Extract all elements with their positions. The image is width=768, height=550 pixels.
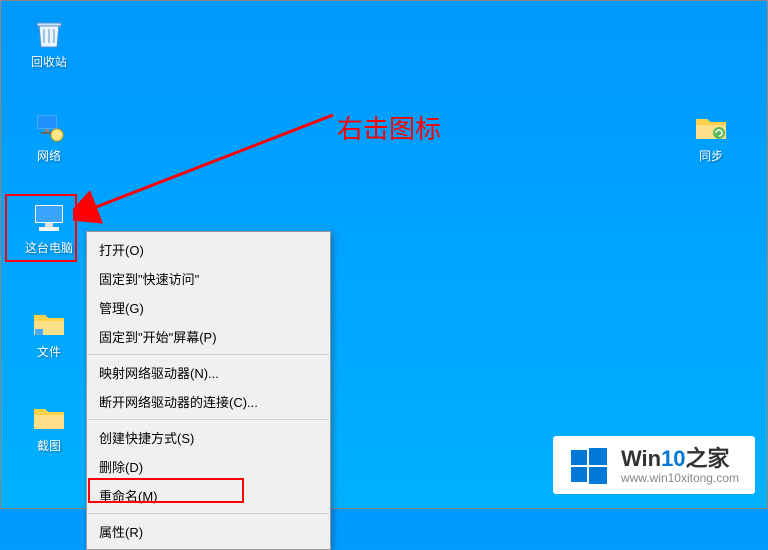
folder-icon-screenshot xyxy=(31,399,67,435)
desktop-icon-this-pc[interactable]: 这台电脑 xyxy=(17,201,81,256)
annotation-arrow xyxy=(73,85,343,235)
watermark-url: www.win10xitong.com xyxy=(621,472,739,485)
watermark-title: Win10之家 xyxy=(621,447,739,471)
folder-icon-sync xyxy=(693,109,729,145)
watermark: Win10之家 www.win10xitong.com xyxy=(553,436,755,494)
this-pc-label: 这台电脑 xyxy=(25,239,73,256)
windows-logo-icon xyxy=(569,446,609,486)
screenshot-label: 截图 xyxy=(37,437,61,454)
computer-icon xyxy=(31,201,67,237)
watermark-brand-suffix: 之家 xyxy=(686,446,730,471)
desktop-icon-screenshot[interactable]: 截图 xyxy=(17,399,81,454)
annotation-text: 右击图标 xyxy=(337,109,441,146)
network-icon xyxy=(31,109,67,145)
menu-delete[interactable]: 删除(D) xyxy=(87,452,330,481)
menu-separator xyxy=(88,419,329,420)
network-label: 网络 xyxy=(37,147,61,164)
menu-pin-start[interactable]: 固定到"开始"屏幕(P) xyxy=(87,322,330,351)
files-label: 文件 xyxy=(37,343,61,360)
menu-separator xyxy=(88,513,329,514)
watermark-brand-num: 10 xyxy=(661,446,685,471)
menu-map-drive[interactable]: 映射网络驱动器(N)... xyxy=(87,358,330,387)
menu-pin-quick[interactable]: 固定到"快速访问" xyxy=(87,264,330,293)
menu-properties[interactable]: 属性(R) xyxy=(87,517,330,546)
desktop-icon-files[interactable]: 文件 xyxy=(17,305,81,360)
desktop-icon-sync[interactable]: 同步 xyxy=(679,109,743,164)
menu-separator xyxy=(88,354,329,355)
menu-manage[interactable]: 管理(G) xyxy=(87,293,330,322)
desktop-icon-network[interactable]: 网络 xyxy=(17,109,81,164)
folder-icon-files xyxy=(31,305,67,341)
watermark-brand-prefix: Win xyxy=(621,446,661,471)
highlight-properties xyxy=(88,478,244,503)
menu-create-shortcut[interactable]: 创建快捷方式(S) xyxy=(87,423,330,452)
desktop-icon-recycle-bin[interactable]: 回收站 xyxy=(17,15,81,70)
recycle-bin-icon xyxy=(31,15,67,51)
recycle-bin-label: 回收站 xyxy=(31,53,67,70)
menu-disconnect-drive[interactable]: 断开网络驱动器的连接(C)... xyxy=(87,387,330,416)
menu-open[interactable]: 打开(O) xyxy=(87,235,330,264)
sync-label: 同步 xyxy=(699,147,723,164)
